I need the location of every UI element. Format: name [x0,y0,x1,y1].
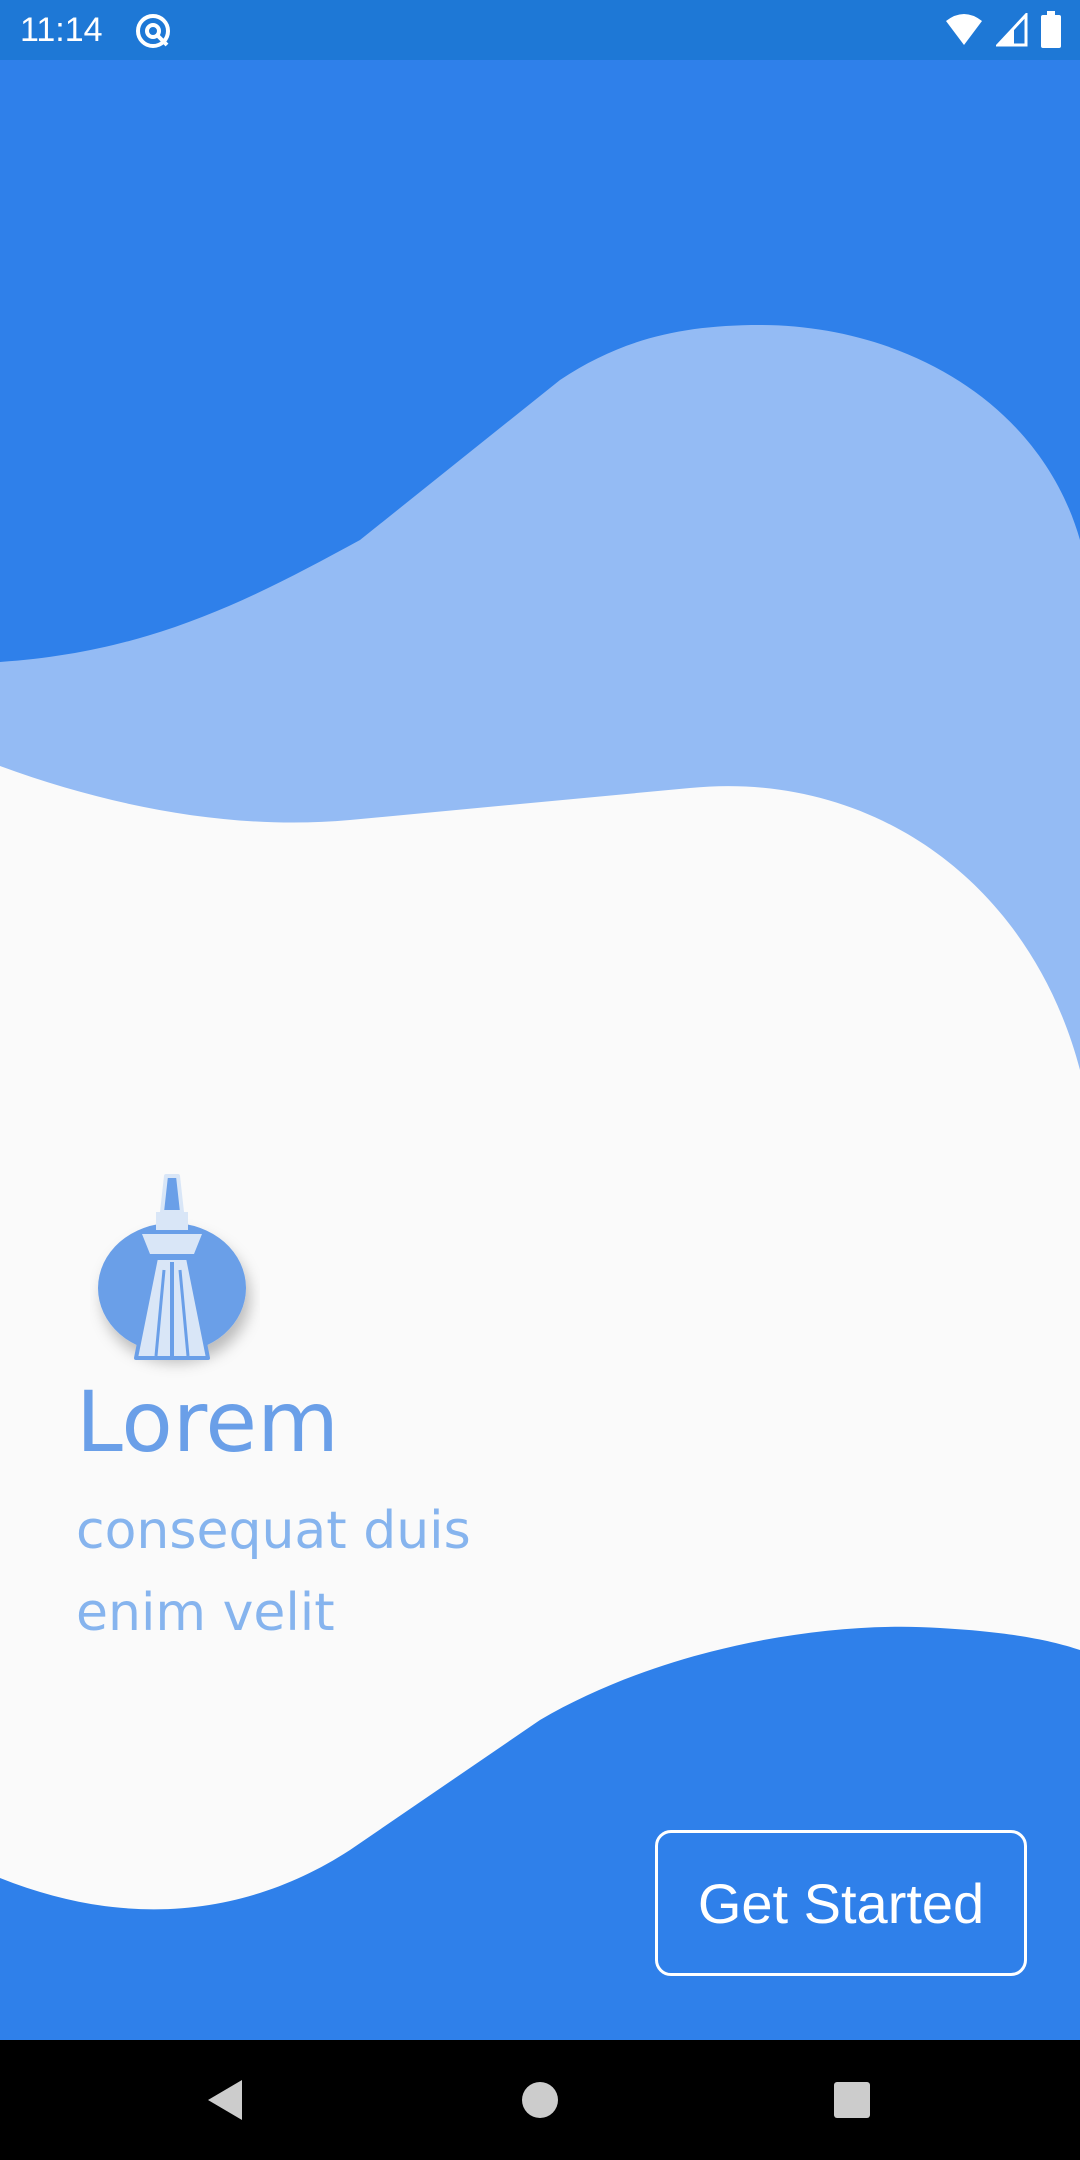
status-bar: 11:14 [0,0,1080,60]
recents-icon[interactable] [822,2070,882,2130]
home-icon[interactable] [510,2070,570,2130]
subtitle-line-1: consequat duis [76,1501,471,1561]
onboarding-screen: 11:14 Lorem consequat duis enim velit Ge… [0,0,1080,2160]
notification-icon [136,14,170,48]
back-icon[interactable] [196,2070,256,2130]
get-started-button[interactable]: Get Started [655,1830,1027,1976]
wifi-icon [946,14,982,45]
content-area: Lorem consequat duis enim velit Get Star… [0,60,1080,2040]
wave-background [0,60,1080,2040]
onboarding-subtitle: consequat duis enim velit [76,1490,676,1654]
subtitle-line-2: enim velit [76,1583,335,1643]
battery-icon [1041,11,1061,48]
status-time: 11:14 [20,11,103,49]
status-icons [944,10,1062,50]
navigation-bar [0,2040,1080,2160]
onboarding-title: Lorem [76,1373,339,1471]
signal-icon [996,13,1028,47]
